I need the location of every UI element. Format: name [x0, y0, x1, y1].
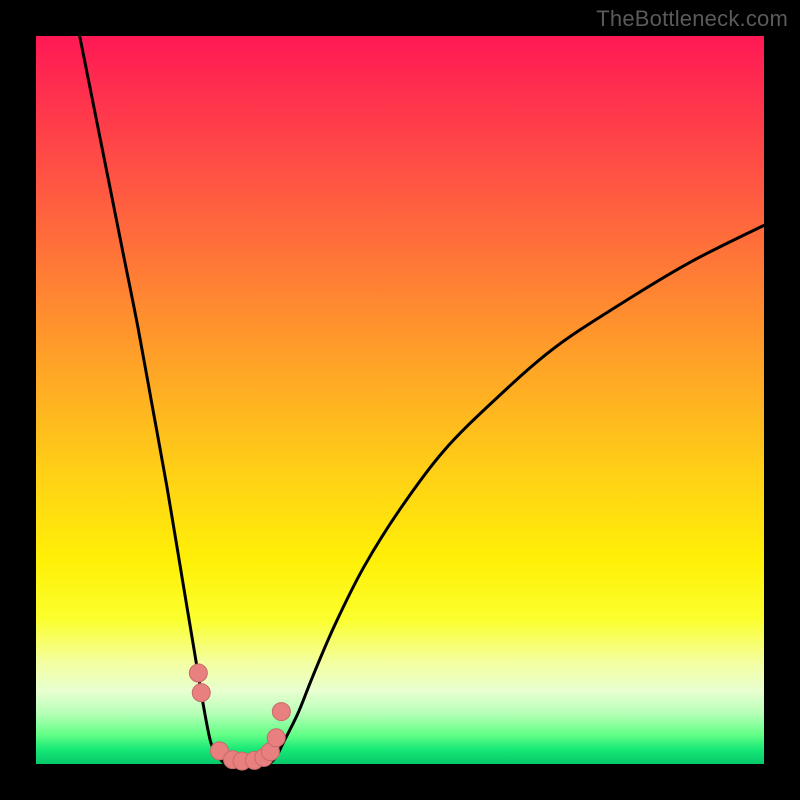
curve-left-branch	[80, 36, 226, 764]
data-marker	[189, 664, 207, 682]
chart-frame: TheBottleneck.com	[0, 0, 800, 800]
chart-overlay	[36, 36, 764, 764]
data-marker	[192, 684, 210, 702]
curve-right-branch	[269, 225, 764, 764]
watermark-text: TheBottleneck.com	[596, 6, 788, 32]
data-marker	[267, 729, 285, 747]
data-marker	[272, 703, 290, 721]
